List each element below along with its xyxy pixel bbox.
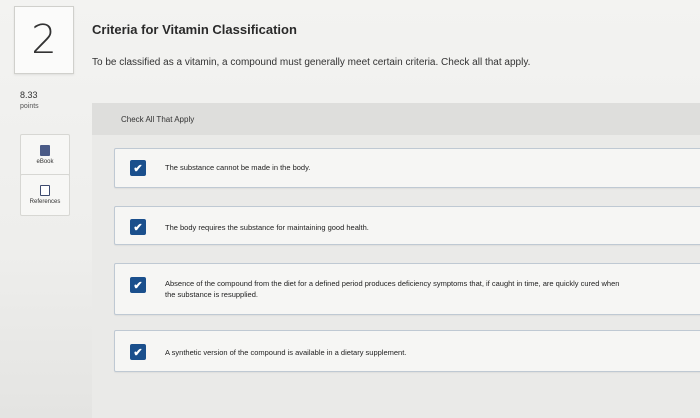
answer-option-4[interactable]: ✔ A synthetic version of the compound is…: [114, 330, 700, 372]
points-block: 8.33 points: [20, 90, 39, 112]
answer-header: Check All That Apply: [92, 103, 700, 135]
checkbox-1[interactable]: ✔: [130, 160, 146, 176]
answer-option-3[interactable]: ✔ Absence of the compound from the diet …: [114, 263, 700, 315]
ebook-button[interactable]: eBook: [20, 134, 70, 176]
ebook-icon: [40, 145, 50, 156]
option-4-text: A synthetic version of the compound is a…: [165, 348, 407, 357]
check-all-label: Check All That Apply: [121, 115, 195, 124]
references-icon: [40, 185, 50, 196]
answer-option-1[interactable]: ✔ The substance cannot be made in the bo…: [114, 148, 700, 188]
checkbox-4[interactable]: ✔: [130, 344, 146, 360]
answer-option-2[interactable]: ✔ The body requires the substance for ma…: [114, 206, 700, 245]
checkbox-3[interactable]: ✔: [130, 277, 146, 293]
checkbox-2[interactable]: ✔: [130, 219, 146, 235]
ebook-label: eBook: [36, 159, 54, 165]
question-prompt: To be classified as a vitamin, a compoun…: [92, 57, 531, 68]
points-label: points: [20, 103, 39, 110]
references-label: References: [29, 199, 61, 205]
option-2-text: The body requires the substance for main…: [165, 223, 369, 232]
points-value: 8.33: [20, 90, 38, 100]
question-number: 2: [14, 6, 74, 74]
option-1-text: The substance cannot be made in the body…: [165, 163, 311, 172]
option-3-text: Absence of the compound from the diet fo…: [165, 279, 620, 288]
references-button[interactable]: References: [20, 174, 70, 216]
answer-panel: Check All That Apply ✔ The substance can…: [92, 103, 700, 418]
question-title: Criteria for Vitamin Classification: [92, 22, 297, 37]
option-3-text-line2: the substance is resupplied.: [165, 290, 258, 299]
